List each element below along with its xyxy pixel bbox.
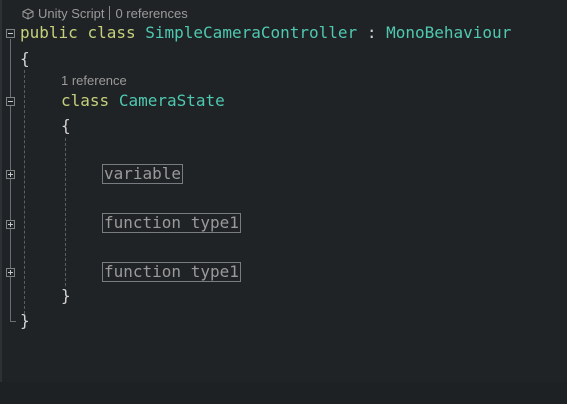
code-line-open-brace-inner: { (61, 116, 71, 135)
base-class-name: MonoBehaviour (386, 23, 512, 42)
inheritance-colon: : (366, 23, 377, 42)
code-line-close-brace-outer: } (20, 311, 30, 330)
collapsed-region-variable[interactable]: variable (102, 164, 184, 184)
codelens-inner-references-link[interactable]: 1 reference (61, 73, 127, 88)
code-line-class-declaration: public class SimpleCameraController : Mo… (20, 23, 511, 43)
codelens-unity-script-link[interactable]: Unity Script (38, 6, 104, 21)
fold-collapse-outer-class-button[interactable] (6, 29, 15, 38)
fold-expand-region-1-button[interactable] (6, 170, 15, 179)
keyword-class: class (61, 91, 110, 110)
unity-cube-icon (22, 8, 34, 23)
code-line-close-brace-inner: } (61, 286, 71, 305)
indent-guide-inner (65, 138, 66, 286)
class-name: SimpleCameraController (145, 23, 358, 42)
inner-class-name: CameraState (118, 91, 225, 110)
fold-range-outer-end (10, 321, 16, 322)
indent-guide-outer (24, 70, 25, 314)
codelens-inner-class: 1 reference (61, 73, 127, 88)
collapsed-region-function-2[interactable]: function type1 (102, 262, 241, 282)
fold-range-outer (10, 39, 11, 321)
editor-bottom-area (0, 382, 567, 404)
codelens-separator (109, 6, 111, 20)
collapsed-region-function-1[interactable]: function type1 (102, 213, 241, 233)
keyword-public: public (20, 23, 78, 42)
fold-collapse-inner-class-button[interactable] (6, 97, 15, 106)
code-line-open-brace-outer: { (20, 49, 30, 68)
codelens-class: Unity Script 0 references (22, 6, 188, 23)
keyword-class: class (87, 23, 136, 42)
code-editor[interactable]: Unity Script 0 references public class Si… (0, 0, 567, 404)
fold-expand-region-2-button[interactable] (6, 220, 15, 229)
fold-expand-region-3-button[interactable] (6, 268, 15, 277)
codelens-references-link[interactable]: 0 references (115, 6, 187, 21)
editor-left-border (0, 0, 2, 382)
code-line-inner-class-declaration: class CameraState (61, 91, 225, 111)
